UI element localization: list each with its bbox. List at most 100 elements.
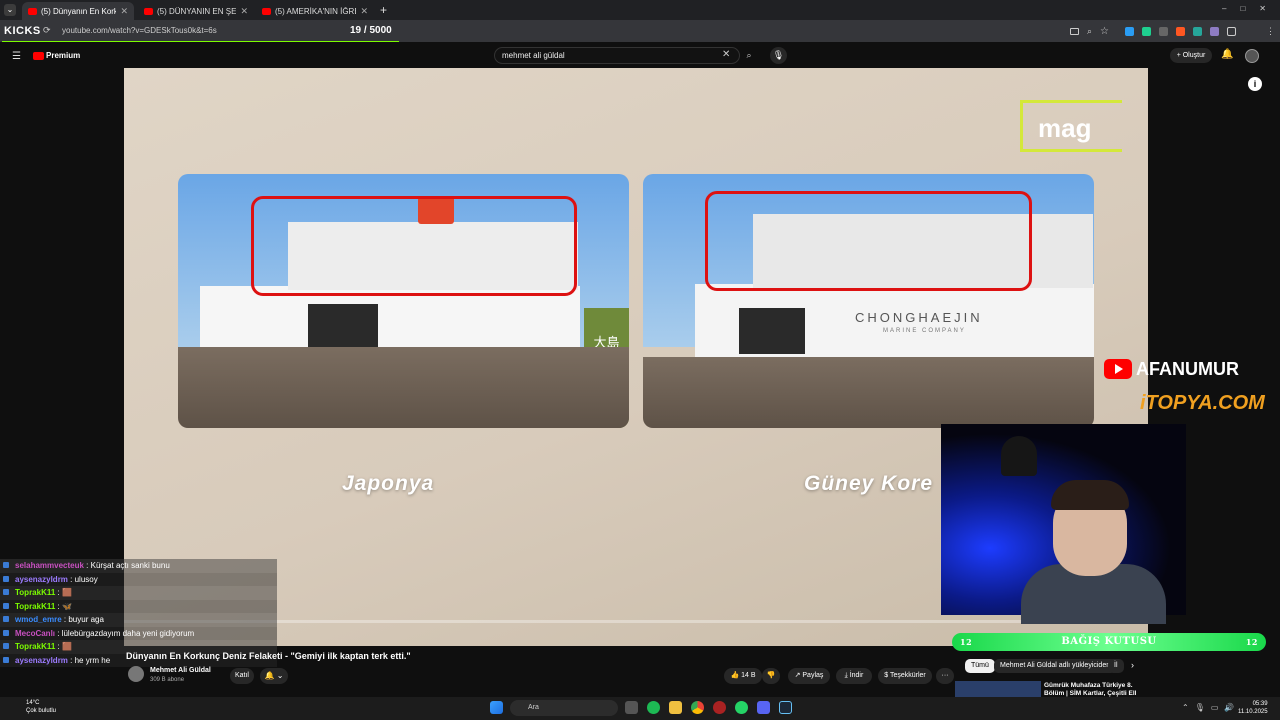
- close-tab-icon[interactable]: ✕: [240, 6, 248, 17]
- clear-search-icon[interactable]: ✕: [722, 49, 730, 60]
- related-video-title[interactable]: Gümrük Muhafaza Türkiye 8. Bölüm | SİM K…: [1044, 682, 1144, 698]
- chat-message: wmod_emre : buyur aga: [0, 613, 277, 627]
- date: 11.10.2025: [1238, 709, 1268, 715]
- more-actions-button[interactable]: ···: [936, 668, 954, 684]
- browser-tab-bar: ⌄ (5) Dünyanın En Korkunç D ✕ (5) DÜNYAN…: [0, 0, 1280, 20]
- search-input[interactable]: mehmet ali güldal: [494, 47, 740, 64]
- chevron-right-icon[interactable]: ›: [1131, 660, 1134, 670]
- chat-message: selahammvecteuk : Kürşat açtı sanki bunu: [0, 559, 277, 573]
- create-button[interactable]: + Oluştur: [1170, 48, 1212, 63]
- windows-start-icon[interactable]: [490, 701, 503, 714]
- tray-mic-icon[interactable]: 🎙: [1195, 703, 1211, 712]
- extension-purple-icon[interactable]: [1210, 26, 1220, 36]
- itopya-logo: iTOPYA.COM: [1140, 392, 1265, 414]
- afanumur-label: AFANUMUR: [1136, 358, 1239, 379]
- menu-dots-icon[interactable]: ⋮: [1266, 26, 1275, 37]
- kicks-overlay-label: KICKS: [4, 25, 41, 37]
- weather-condition: Çok bulutlu: [26, 708, 57, 714]
- chat-text: Kürşat açtı sanki bunu: [90, 561, 170, 570]
- browser-tab-3[interactable]: (5) AMERİKA'NIN İĞRENÇ S*KS ✕: [256, 2, 374, 20]
- browser-tab-2[interactable]: (5) DÜNYANIN EN ŞEYTANİ BA ✕: [138, 2, 254, 20]
- extension-blue-icon[interactable]: [1125, 26, 1135, 36]
- hamburger-menu-icon[interactable]: ☰: [12, 51, 21, 62]
- youtube-logo[interactable]: Premium: [33, 51, 80, 60]
- chat-username: aysenazyldrm: [15, 655, 68, 665]
- taskbar-search[interactable]: Ara: [510, 700, 618, 716]
- bookmark-star-icon[interactable]: ☆: [1100, 26, 1109, 37]
- avatar[interactable]: [1245, 49, 1259, 63]
- browser-tab-1[interactable]: (5) Dünyanın En Korkunç D ✕: [22, 2, 134, 20]
- minimize-icon[interactable]: –: [1222, 4, 1240, 13]
- video-progress-bar[interactable]: [124, 620, 1148, 623]
- extensions-puzzle-icon[interactable]: [1227, 26, 1237, 36]
- window-controls: –□✕: [1222, 4, 1280, 13]
- ship-name-text: CHONGHAEJIN: [855, 310, 983, 325]
- youtube-logo-icon: [33, 51, 44, 60]
- close-window-icon[interactable]: ✕: [1259, 4, 1280, 13]
- chrome-icon[interactable]: [691, 701, 704, 714]
- search-button[interactable]: ⌕: [740, 47, 758, 64]
- spotify-icon[interactable]: [647, 701, 660, 714]
- extension-orange-icon[interactable]: [1176, 26, 1186, 36]
- tray-chevron-icon[interactable]: ⌃: [1182, 703, 1195, 712]
- file-explorer-icon[interactable]: [669, 701, 682, 714]
- app-icon[interactable]: [713, 701, 726, 714]
- close-tab-icon[interactable]: ✕: [120, 6, 128, 17]
- info-icon[interactable]: i: [1248, 77, 1262, 91]
- task-view-icon[interactable]: [625, 701, 638, 714]
- chat-username: selahammvecteuk: [15, 561, 84, 570]
- channel-name[interactable]: Mehmet Ali Güldal: [150, 667, 211, 674]
- tab-list-chevron-icon[interactable]: ⌄: [4, 4, 16, 16]
- chip-all[interactable]: Tümü: [965, 659, 995, 673]
- download-button[interactable]: ⤓ İndir: [836, 668, 872, 684]
- chat-badge-icon: [3, 575, 9, 582]
- extension-green-icon[interactable]: [1142, 26, 1152, 36]
- weather-widget[interactable]: 14°C Çok bulutlu: [10, 699, 56, 715]
- channel-avatar[interactable]: [128, 666, 144, 682]
- discord-icon[interactable]: [757, 701, 770, 714]
- reload-icon[interactable]: ⟳: [43, 25, 51, 36]
- chip-uploader[interactable]: Mehmet Ali Güldal adlı yükleyiciden: [994, 659, 1117, 673]
- close-tab-icon[interactable]: ✕: [360, 6, 368, 17]
- cast-icon[interactable]: [1070, 27, 1079, 35]
- chat-username: ToprakK11: [15, 601, 56, 611]
- chat-username: MecoCanlı: [15, 628, 56, 638]
- chat-username: aysenazyldrm: [15, 574, 68, 584]
- chip-more[interactable]: İl: [1108, 659, 1124, 673]
- tray-network-icon[interactable]: ▭: [1211, 703, 1225, 712]
- overlay-counter: 19 / 5000: [350, 25, 392, 36]
- chat-text: buyur aga: [68, 615, 104, 624]
- thanks-label: Teşekkürler: [889, 672, 926, 679]
- maximize-icon[interactable]: □: [1240, 4, 1259, 13]
- new-tab-button[interactable]: +: [380, 3, 387, 17]
- chat-badge-icon: [3, 629, 9, 636]
- ship-photo-korea: CHONGHAEJIN MARINE COMPANY: [643, 174, 1094, 428]
- like-button[interactable]: 👍 14 B: [724, 668, 762, 684]
- chat-badge-icon: [3, 616, 9, 622]
- dislike-button[interactable]: 👎: [762, 668, 780, 684]
- voice-search-button[interactable]: 🎙: [770, 47, 787, 64]
- chat-message: ToprakK11 : 🟫: [0, 586, 277, 600]
- search-icon: ⌕: [746, 50, 752, 60]
- youtube-favicon-icon: [262, 7, 271, 15]
- subscribe-bell-button[interactable]: 🔔 ⌄: [260, 668, 288, 684]
- steam-icon[interactable]: [779, 701, 792, 714]
- whatsapp-icon[interactable]: [735, 701, 748, 714]
- taskbar-clock[interactable]: 05:39 11.10.2025: [1238, 700, 1268, 716]
- extension-dark-icon[interactable]: [1159, 26, 1169, 36]
- afanumur-overlay: AFANUMUR: [1104, 358, 1239, 380]
- caption-japan: Japonya: [342, 472, 435, 495]
- zoom-icon[interactable]: ⌕: [1087, 26, 1092, 37]
- microphone-icon: 🎙: [772, 50, 785, 60]
- chat-text: 🟫: [61, 642, 72, 651]
- extension-teal-icon[interactable]: [1193, 26, 1203, 36]
- share-button[interactable]: ↗ Paylaş: [788, 668, 830, 684]
- thanks-button[interactable]: $ Teşekkürler: [878, 668, 932, 684]
- notifications-bell-icon[interactable]: 🔔: [1221, 49, 1233, 60]
- donation-label: BAĞIŞ KUTUSU: [1061, 636, 1157, 647]
- join-button[interactable]: Katıl: [230, 668, 254, 684]
- url-field[interactable]: youtube.com/watch?v=GDESkTous0k&t=6s: [62, 24, 352, 38]
- youtube-favicon-icon: [144, 7, 153, 15]
- youtube-play-icon: [1104, 359, 1132, 379]
- tab-title: (5) AMERİKA'NIN İĞRENÇ S*KS: [275, 6, 356, 16]
